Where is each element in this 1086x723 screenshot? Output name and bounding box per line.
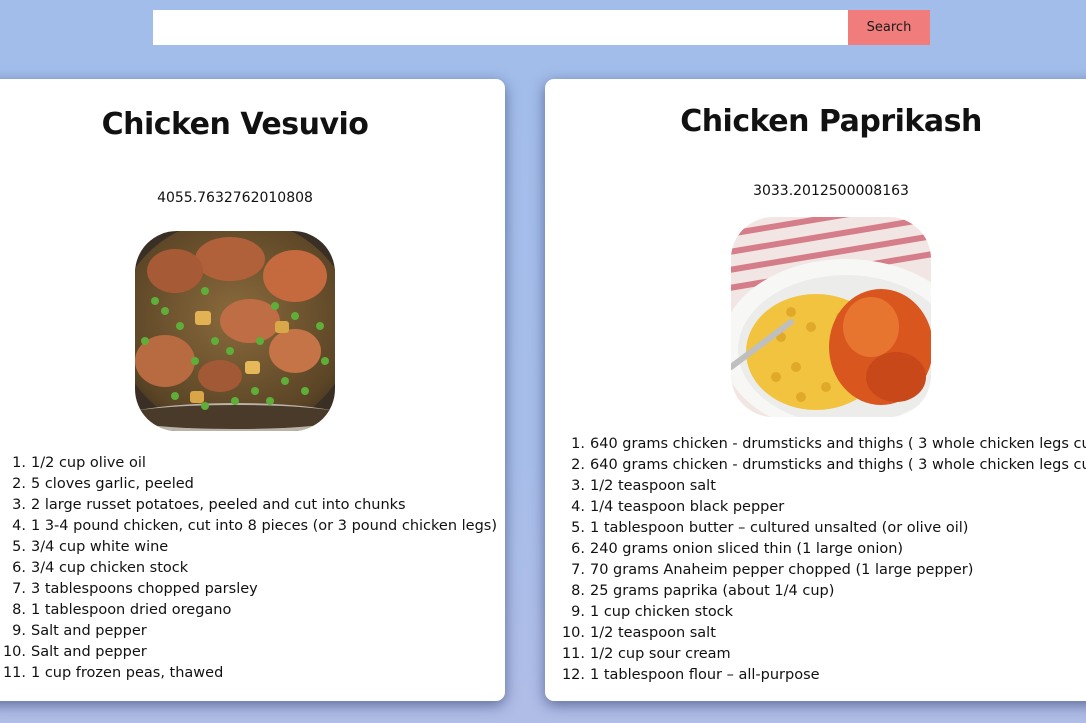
ingredient-text: 3/4 cup white wine (31, 539, 169, 555)
ingredient-text: 1 tablespoon flour – all-purpose (590, 667, 820, 683)
ingredient-text: Salt and pepper (31, 623, 147, 639)
list-item: 7. 70 grams Anaheim pepper chopped (1 lar… (559, 560, 1086, 581)
list-item: 3. 2 large russet potatoes, peeled and cu… (0, 495, 497, 516)
ingredient-text: 70 grams Anaheim pepper chopped (1 large… (590, 562, 974, 578)
chicken-paprikash-photo (731, 217, 931, 417)
list-item: 9. 1 cup chicken stock (559, 602, 1086, 623)
ingredient-text: 3/4 cup chicken stock (31, 560, 189, 576)
list-item: 4. 1/4 teaspoon black pepper (559, 497, 1086, 518)
list-item: 6. 240 grams onion sliced thin (1 large o… (559, 539, 1086, 560)
list-item: 7. 3 tablespoons chopped parsley (0, 579, 497, 600)
ingredient-text: Salt and pepper (31, 644, 147, 660)
recipe-calories: 3033.2012500008163 (753, 183, 909, 199)
list-item: 2. 5 cloves garlic, peeled (0, 474, 497, 495)
ingredient-list: 1. 1/2 cup olive oil 2. 5 cloves garlic, p… (0, 453, 497, 684)
ingredient-text: 3 tablespoons chopped parsley (31, 581, 258, 597)
ingredient-text: 25 grams paprika (about 1/4 cup) (590, 583, 835, 599)
ingredient-text: 1 3-4 pound chicken, cut into 8 pieces (… (31, 518, 497, 534)
recipe-image (731, 217, 931, 417)
recipe-card: Chicken Vesuvio 4055.7632762010808 1. 1/… (0, 79, 505, 701)
item-number: 3. (571, 478, 585, 494)
item-number: 7. (12, 581, 26, 597)
list-item: 5. 1 tablespoon butter – cultured unsalte… (559, 518, 1086, 539)
list-item: 5. 3/4 cup white wine (0, 537, 497, 558)
ingredient-text: 1/2 cup sour cream (590, 646, 731, 662)
item-number: 9. (12, 623, 26, 639)
item-number: 2. (12, 476, 26, 492)
item-number: 12. (561, 667, 585, 683)
list-item: 8. 25 grams paprika (about 1/4 cup) (559, 581, 1086, 602)
list-item: 10. 1/2 teaspoon salt (559, 623, 1086, 644)
item-number: 8. (571, 583, 585, 599)
chicken-vesuvio-photo (135, 231, 335, 431)
item-number: 1. (12, 455, 26, 471)
list-item: 4. 1 3-4 pound chicken, cut into 8 pieces… (0, 516, 497, 537)
list-item: 10. Salt and pepper (0, 642, 497, 663)
item-number: 4. (12, 518, 26, 534)
list-item: 11. 1/2 cup sour cream (559, 644, 1086, 665)
recipe-title: Chicken Vesuvio (101, 107, 369, 142)
ingredient-text: 1 tablespoon dried oregano (31, 602, 232, 618)
ingredient-text: 1 cup chicken stock (590, 604, 734, 620)
recipe-title: Chicken Paprikash (680, 104, 982, 139)
ingredient-text: 1/2 teaspoon salt (590, 478, 716, 494)
ingredient-text: 640 grams chicken - drumsticks and thigh… (590, 436, 1086, 452)
search-button[interactable]: Search (848, 10, 930, 45)
ingredient-text: 1/2 cup olive oil (31, 455, 146, 471)
search-bar: Search (153, 10, 930, 45)
list-item: 2. 640 grams chicken - drumsticks and thi… (559, 455, 1086, 476)
item-number: 5. (12, 539, 26, 555)
item-number: 7. (571, 562, 585, 578)
item-number: 10. (561, 625, 585, 641)
ingredient-text: 640 grams chicken - drumsticks and thigh… (590, 457, 1086, 473)
ingredient-text: 1 cup frozen peas, thawed (31, 665, 224, 681)
list-item: 8. 1 tablespoon dried oregano (0, 600, 497, 621)
list-item: 1. 1/2 cup olive oil (0, 453, 497, 474)
item-number: 3. (12, 497, 26, 513)
item-number: 1. (571, 436, 585, 452)
search-input[interactable] (153, 10, 848, 45)
item-number: 9. (571, 604, 585, 620)
item-number: 11. (561, 646, 585, 662)
ingredient-text: 1 tablespoon butter – cultured unsalted … (590, 520, 969, 536)
item-number: 10. (2, 644, 26, 660)
recipe-image (135, 231, 335, 431)
ingredient-text: 240 grams onion sliced thin (1 large oni… (590, 541, 904, 557)
item-number: 8. (12, 602, 26, 618)
list-item: 1. 640 grams chicken - drumsticks and thi… (559, 434, 1086, 455)
item-number: 6. (571, 541, 585, 557)
recipe-card: Chicken Paprikash 3033.2012500008163 1. … (545, 79, 1086, 701)
list-item: 3. 1/2 teaspoon salt (559, 476, 1086, 497)
recipe-calories: 4055.7632762010808 (157, 190, 313, 206)
list-item: 11. 1 cup frozen peas, thawed (0, 663, 497, 684)
item-number: 4. (571, 499, 585, 515)
ingredient-list: 1. 640 grams chicken - drumsticks and thi… (559, 434, 1086, 686)
ingredient-text: 2 large russet potatoes, peeled and cut … (31, 497, 406, 513)
ingredient-text: 5 cloves garlic, peeled (31, 476, 194, 492)
list-item: 6. 3/4 cup chicken stock (0, 558, 497, 579)
item-number: 2. (571, 457, 585, 473)
item-number: 11. (2, 665, 26, 681)
item-number: 5. (571, 520, 585, 536)
list-item: 9. Salt and pepper (0, 621, 497, 642)
ingredient-text: 1/2 teaspoon salt (590, 625, 716, 641)
item-number: 6. (12, 560, 26, 576)
list-item: 12. 1 tablespoon flour – all-purpose (559, 665, 1086, 686)
ingredient-text: 1/4 teaspoon black pepper (590, 499, 785, 515)
